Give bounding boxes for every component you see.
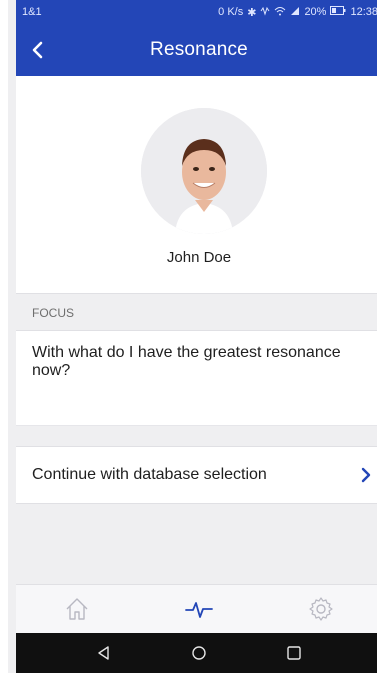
android-back-button[interactable] (84, 638, 124, 668)
wifi-icon (274, 6, 286, 19)
section-spacer (16, 425, 377, 446)
continue-database-selection-row[interactable]: Continue with database selection (16, 446, 377, 504)
profile-card: John Doe (16, 76, 377, 293)
continue-label: Continue with database selection (32, 466, 267, 483)
recents-square-icon (287, 646, 302, 660)
android-navigation-bar (16, 633, 377, 673)
nav-settings-button[interactable] (291, 589, 351, 629)
android-recents-button[interactable] (274, 638, 314, 668)
nav-home-button[interactable] (47, 589, 107, 629)
back-button[interactable] (18, 28, 58, 72)
page-title: Resonance (150, 39, 248, 60)
status-bar: 1&1 0 K/s ✱ 20% 12:38 (16, 0, 377, 24)
home-icon (66, 598, 88, 620)
profile-avatar[interactable] (141, 108, 267, 234)
vibrate-icon (260, 6, 270, 19)
battery-icon (330, 6, 346, 18)
gear-icon (309, 597, 333, 621)
home-circle-icon (192, 646, 206, 660)
app-screen: 1&1 0 K/s ✱ 20% 12:38 Resonance John Doe… (16, 0, 377, 673)
back-triangle-icon (97, 646, 109, 660)
profile-name: John Doe (166, 249, 232, 266)
bluetooth-icon: ✱ (247, 6, 257, 19)
battery-percent: 20% (304, 6, 327, 18)
android-home-button[interactable] (179, 638, 219, 668)
pulse-icon (185, 602, 213, 618)
chevron-right-icon (358, 465, 374, 485)
app-bar: Resonance (16, 24, 377, 76)
clock: 12:38 (350, 6, 377, 18)
nav-resonance-button[interactable] (169, 589, 229, 629)
chevron-left-icon (32, 41, 43, 59)
carrier-label: 1&1 (22, 6, 42, 18)
focus-section-header: FOCUS (16, 293, 377, 331)
network-speed: 0 K/s (218, 6, 244, 18)
status-indicators: 0 K/s ✱ 20% 12:38 (218, 6, 377, 19)
signal-icon (290, 6, 300, 19)
bottom-navigation (16, 584, 377, 633)
focus-question[interactable]: With what do I have the greatest resonan… (16, 331, 377, 425)
